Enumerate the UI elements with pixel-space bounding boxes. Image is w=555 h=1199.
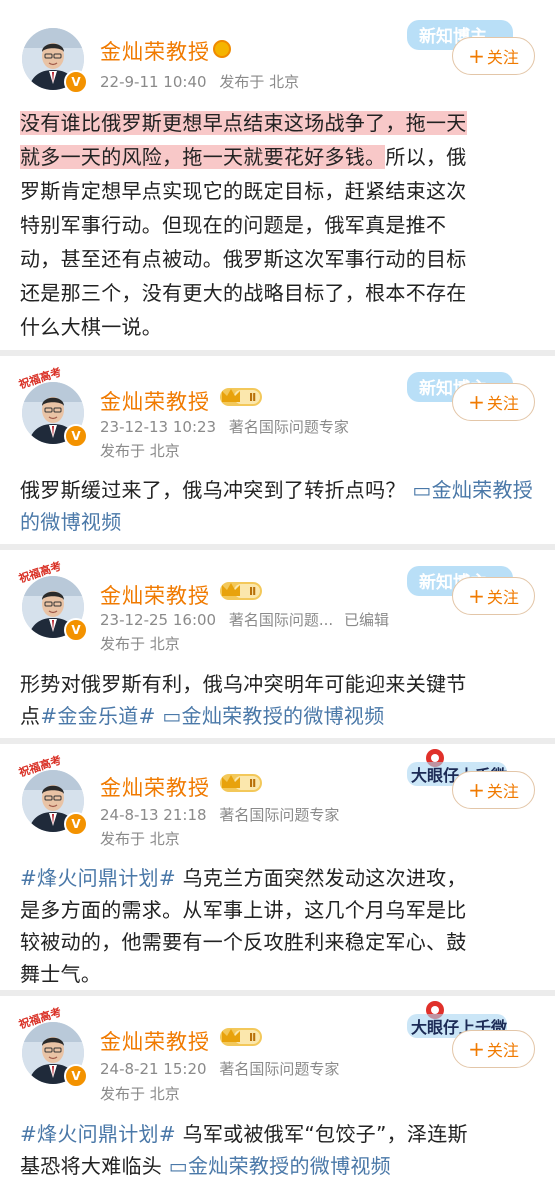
video-link[interactable]: ▭金灿荣教授的微博视频 (162, 704, 384, 728)
author-name[interactable]: 金灿荣教授 (100, 386, 210, 416)
weibo-post-3: 祝福高考 V 金灿荣教授 Ⅱ 23-12-25 16:00 著名国际问题... … (0, 550, 555, 738)
plus-icon: + (468, 1037, 485, 1061)
author-name[interactable]: 金灿荣教授 (100, 36, 210, 66)
author-role: 著名国际问题专家 (219, 1060, 340, 1078)
avatar[interactable]: V (22, 28, 88, 94)
crown-level-icon: Ⅱ (220, 580, 262, 600)
medal-icon (213, 40, 231, 58)
follow-button[interactable]: + 关注 (452, 383, 535, 421)
crown-level-icon: Ⅱ (220, 1026, 262, 1046)
avatar[interactable]: V (22, 770, 88, 836)
video-link-icon: ▭ (412, 478, 432, 502)
hashtag-link[interactable]: #金金乐道# (40, 704, 155, 728)
svg-text:Ⅱ: Ⅱ (249, 1031, 256, 1044)
plus-icon: + (468, 390, 485, 414)
verified-v-icon: V (64, 424, 88, 448)
highlight-text: 没有谁比俄罗斯更想早点结束这场战争了，拖一天 (20, 111, 467, 135)
post-location: 发布于 北京 (219, 73, 300, 91)
plus-icon: + (468, 44, 485, 68)
verified-v-icon: V (64, 70, 88, 94)
post-meta: 22-9-11 10:40 发布于 北京 (100, 71, 299, 92)
svg-text:Ⅱ: Ⅱ (249, 585, 256, 598)
post-location: 发布于 北京 (100, 635, 180, 653)
follow-button[interactable]: + 关注 (452, 37, 535, 75)
hashtag-link[interactable]: #烽火问鼎计划# (20, 1122, 176, 1146)
post-content: 形势对俄罗斯有利，俄乌冲突明年可能迎来关键节 点#金金乐道# ▭金灿荣教授的微博… (20, 672, 467, 728)
post-time: 23-12-25 16:00 (100, 611, 217, 629)
post-time: 22-9-11 10:40 (100, 73, 207, 91)
weibo-post-1: V 金灿荣教授 22-9-11 10:40 发布于 北京 新知博主 + 关注 没有… (0, 0, 555, 350)
edited-label: 已编辑 (343, 611, 389, 629)
author-role: 著名国际问题... (228, 611, 334, 629)
post-content: 俄罗斯缓过来了，俄乌冲突到了转折点吗？ ▭金灿荣教授的微博视频 (20, 478, 534, 534)
weibo-post-5: 祝福高考 V 金灿荣教授 Ⅱ 24-8-21 15:20 著名国际问题专家 发布… (0, 996, 555, 1199)
hashtag-link[interactable]: #烽火问鼎计划# (20, 866, 176, 890)
avatar[interactable]: V (22, 382, 88, 448)
post-content: #烽火问鼎计划# 乌军或被俄军“包饺子”，泽连斯 基恐将大难临头 ▭金灿荣教授的… (20, 1122, 468, 1178)
post-location: 发布于 北京 (100, 1085, 180, 1103)
video-link-icon: ▭ (162, 704, 182, 728)
post-location: 发布于 北京 (100, 830, 180, 848)
post-content: #烽火问鼎计划# 乌克兰方面突然发动这次进攻， 是多方面的需求。从军事上讲，这几… (20, 866, 467, 986)
follow-button[interactable]: + 关注 (452, 1030, 535, 1068)
author-role: 著名国际问题专家 (219, 806, 340, 824)
post-time: 23-12-13 10:23 (100, 418, 217, 436)
verified-v-icon: V (64, 618, 88, 642)
follow-button[interactable]: + 关注 (452, 577, 535, 615)
avatar[interactable]: V (22, 576, 88, 642)
follow-button[interactable]: + 关注 (452, 771, 535, 809)
crown-level-icon: Ⅱ (220, 386, 262, 406)
video-link-icon: ▭ (168, 1154, 188, 1178)
post-meta: 24-8-13 21:18 著名国际问题专家 (100, 804, 339, 825)
post-meta: 23-12-13 10:23 著名国际问题专家 (100, 416, 349, 437)
verified-v-icon: V (64, 812, 88, 836)
video-link[interactable]: ▭金灿荣教授的微博视频 (169, 1154, 391, 1178)
plus-icon: + (468, 778, 485, 802)
post-meta: 24-8-21 15:20 著名国际问题专家 (100, 1058, 339, 1079)
weibo-post-2: 祝福高考 V 金灿荣教授 Ⅱ 23-12-13 10:23 著名国际问题专家 发… (0, 356, 555, 544)
verified-v-icon: V (64, 1064, 88, 1088)
svg-text:Ⅱ: Ⅱ (249, 391, 256, 404)
author-name[interactable]: 金灿荣教授 (100, 772, 210, 802)
avatar[interactable]: V (22, 1022, 88, 1088)
post-time: 24-8-21 15:20 (100, 1060, 207, 1078)
post-time: 24-8-13 21:18 (100, 806, 207, 824)
highlight-text: 就多一天的风险，拖一天就要花好多钱。 (20, 145, 386, 169)
post-content: 没有谁比俄罗斯更想早点结束这场战争了，拖一天 就多一天的风险，拖一天就要花好多钱… (20, 111, 467, 339)
author-role: 著名国际问题专家 (228, 418, 349, 436)
svg-text:Ⅱ: Ⅱ (249, 777, 256, 790)
weibo-post-4: 祝福高考 V 金灿荣教授 Ⅱ 24-8-13 21:18 著名国际问题专家 发布… (0, 744, 555, 990)
plus-icon: + (468, 584, 485, 608)
crown-level-icon: Ⅱ (220, 772, 262, 792)
author-name[interactable]: 金灿荣教授 (100, 580, 210, 610)
author-name[interactable]: 金灿荣教授 (100, 1026, 210, 1056)
post-meta: 23-12-25 16:00 著名国际问题... 已编辑 (100, 609, 389, 630)
post-location: 发布于 北京 (100, 442, 180, 460)
